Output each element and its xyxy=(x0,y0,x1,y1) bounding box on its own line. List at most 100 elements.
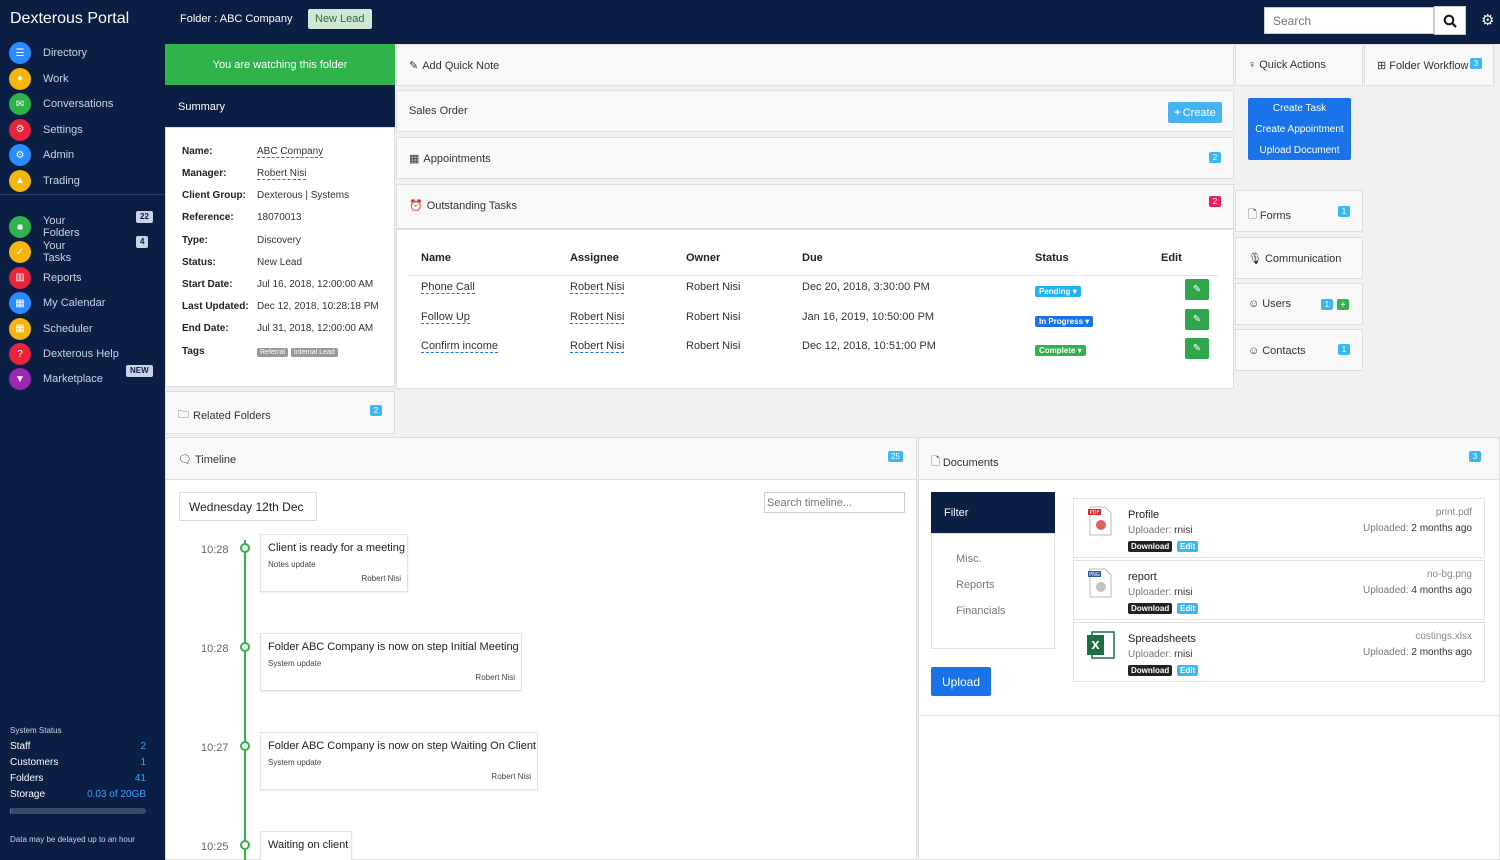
uploaded-label: Uploaded: xyxy=(1363,585,1409,596)
related-folders-panel[interactable]: 🗀 Related Folders 2 xyxy=(165,391,395,434)
watching-folder-banner[interactable]: You are watching this folder xyxy=(165,44,395,85)
create-task-action[interactable]: Create Task xyxy=(1248,103,1351,114)
task-assignee-link[interactable]: Robert Nisi xyxy=(570,281,625,294)
quick-note-panel[interactable]: ✎ Add Quick Note xyxy=(396,44,1234,86)
timeline-search-input[interactable] xyxy=(764,492,905,513)
timeline-event-type: Notes update xyxy=(268,560,316,569)
users-panel[interactable]: ☺ Users 1 + xyxy=(1235,283,1363,325)
communication-panel[interactable]: 🎙 Communication xyxy=(1235,237,1363,279)
timeline-event-card[interactable]: Folder ABC Company is now on step Initia… xyxy=(260,633,522,691)
upload-button[interactable]: Upload xyxy=(931,667,991,696)
summary-header: Summary xyxy=(165,85,395,127)
status-value: 1 xyxy=(140,757,146,768)
forms-panel[interactable]: 🗋 Forms 1 xyxy=(1235,190,1363,232)
search-button[interactable] xyxy=(1434,6,1466,35)
filter-reports[interactable]: Reports xyxy=(956,579,995,591)
task-edit-button[interactable]: ✎ xyxy=(1185,338,1209,359)
sidebar-item-trading[interactable]: ▲ Trading xyxy=(9,169,80,192)
sitemap-icon: ⊞ xyxy=(1377,60,1387,72)
timeline-dot xyxy=(240,543,250,553)
download-button[interactable]: Download xyxy=(1128,541,1173,552)
timeline-event-author: Robert Nisi xyxy=(361,574,401,583)
document-item[interactable]: PNG report Uploader: rnisi no-bg.png Uploade… xyxy=(1073,560,1485,620)
sidebar-item-badge: 22 xyxy=(136,211,153,223)
trading-icon: ▲ xyxy=(9,169,31,192)
timeline-time: 10:25 xyxy=(201,841,229,853)
document-name[interactable]: report xyxy=(1128,571,1157,583)
appointments-panel[interactable]: ▦ Appointments 2 xyxy=(396,137,1234,179)
folder-workflow-panel[interactable]: ⊞ Folder Workflow 3 xyxy=(1364,44,1494,86)
sidebar-item-dexterous-help[interactable]: ? Dexterous Help xyxy=(9,343,119,365)
edit-document-button[interactable]: Edit xyxy=(1177,665,1199,676)
timeline-event-card[interactable]: Waiting on client xyxy=(260,831,352,860)
sidebar-item-reports[interactable]: ▥ Reports xyxy=(9,266,82,289)
sidebar-item-label: Marketplace xyxy=(43,373,103,386)
timeline-event-card[interactable]: Client is ready for a meeting Notes updat… xyxy=(260,534,408,592)
sidebar-item-admin[interactable]: ⚙ Admin xyxy=(9,144,74,166)
document-uploaded: Uploaded: 2 months ago xyxy=(1363,523,1472,534)
filter-financials[interactable]: Financials xyxy=(956,605,1006,617)
contacts-panel[interactable]: ☺ Contacts 1 xyxy=(1235,329,1363,371)
timeline-label: Timeline xyxy=(194,453,237,466)
sidebar-item-my-calendar[interactable]: ▦ My Calendar xyxy=(9,292,105,315)
create-sales-order-button[interactable]: + Create xyxy=(1168,102,1222,123)
add-user-plus-icon[interactable]: + xyxy=(1337,299,1349,310)
search-icon xyxy=(1443,14,1457,28)
your-folders-icon: ■ xyxy=(9,216,31,238)
summary-name-link[interactable]: ABC Company xyxy=(257,146,324,158)
sidebar-item-conversations[interactable]: ✉ Conversations xyxy=(9,93,113,115)
download-button[interactable]: Download xyxy=(1128,603,1173,614)
file-icon: 🗋 xyxy=(1248,209,1257,221)
status-row-storage: Storage 0.03 of 20GB xyxy=(10,789,146,800)
folder-icon: 🗀 xyxy=(178,409,189,421)
timeline-event-type: System update xyxy=(268,659,322,668)
users-count: 1 xyxy=(1321,299,1333,310)
filter-misc[interactable]: Misc. xyxy=(956,553,982,565)
task-status-label: In Progress xyxy=(1039,316,1084,326)
document-name[interactable]: Profile xyxy=(1128,509,1159,521)
smiley-icon: ☺ xyxy=(1248,345,1260,357)
brand-title[interactable]: Dexterous Portal xyxy=(10,10,129,28)
task-assignee-link[interactable]: Robert Nisi xyxy=(570,340,625,353)
timeline-dot xyxy=(240,840,250,850)
summary-manager-link[interactable]: Robert Nisi xyxy=(257,168,307,180)
edit-document-button[interactable]: Edit xyxy=(1177,541,1199,552)
download-button[interactable]: Download xyxy=(1128,665,1173,676)
outstanding-tasks-panel[interactable]: ⏰ Outstanding Tasks 2 xyxy=(396,184,1234,229)
caret-down-icon: ▾ xyxy=(1070,287,1077,296)
quick-actions-header: ♀ Quick Actions xyxy=(1248,59,1326,71)
task-due-date: Dec 12, 2018, 10:51:00 PM xyxy=(802,340,936,352)
search-input[interactable] xyxy=(1264,7,1434,34)
appointments-count: 2 xyxy=(1209,152,1221,163)
task-name-link[interactable]: Follow Up xyxy=(421,311,470,324)
task-due-date: Jan 16, 2019, 10:50:00 PM xyxy=(802,310,935,323)
document-filename: no-bg.png xyxy=(1426,569,1472,580)
summary-row-start-date: Start Date: Jul 16, 2018, 12:00:00 AM xyxy=(182,279,373,290)
create-appointment-action[interactable]: Create Appointment xyxy=(1248,124,1351,135)
task-name-link[interactable]: Confirm income xyxy=(421,340,499,353)
edit-document-button[interactable]: Edit xyxy=(1177,603,1199,614)
sidebar-item-directory[interactable]: ☰ Directory xyxy=(9,42,87,64)
task-status-dropdown[interactable]: Pending ▾ xyxy=(1035,286,1081,297)
document-name[interactable]: Spreadsheets xyxy=(1128,633,1196,645)
task-edit-button[interactable]: ✎ xyxy=(1185,279,1209,300)
task-name-link[interactable]: Phone Call xyxy=(421,281,475,294)
sidebar-item-work[interactable]: ● Work xyxy=(9,67,68,90)
task-edit-button[interactable]: ✎ xyxy=(1185,308,1209,330)
file-icon: 🗋 xyxy=(931,456,940,468)
sidebar-item-settings[interactable]: ⚙ Settings xyxy=(9,118,83,141)
task-status-dropdown[interactable]: Complete ▾ xyxy=(1035,345,1086,356)
task-owner: Robert Nisi xyxy=(686,310,741,323)
summary-row-client-group: Client Group: Dexterous | Systems xyxy=(182,190,349,201)
upload-document-action[interactable]: Upload Document xyxy=(1248,145,1351,156)
tag-badge[interactable]: Referral xyxy=(257,348,288,357)
timeline-event-card[interactable]: Folder ABC Company is now on step Waitin… xyxy=(260,732,538,790)
documents-divider xyxy=(918,715,1500,716)
settings-gear-icon[interactable]: ⚙ xyxy=(1481,11,1497,31)
task-assignee-link[interactable]: Robert Nisi xyxy=(570,311,625,324)
task-status-dropdown[interactable]: In Progress ▾ xyxy=(1035,315,1094,327)
document-item[interactable]: PDF Profile Uploader: rnisi print.pdf Upload… xyxy=(1073,498,1485,558)
document-item[interactable]: X Spreadsheets Uploader: rnisi costings.xls… xyxy=(1073,622,1485,682)
tag-badge[interactable]: Internal Lead xyxy=(290,348,338,357)
sidebar-item-scheduler[interactable]: ▦ Scheduler xyxy=(9,317,93,340)
